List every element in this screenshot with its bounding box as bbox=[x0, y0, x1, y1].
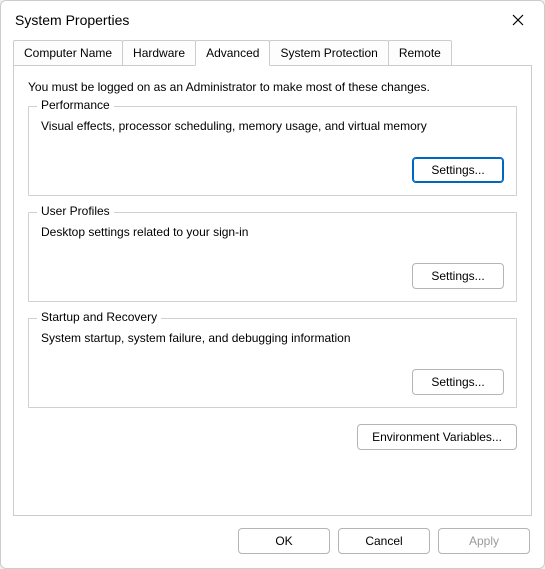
dialog-body: Computer Name Hardware Advanced System P… bbox=[1, 37, 544, 516]
tab-strip: Computer Name Hardware Advanced System P… bbox=[13, 40, 532, 66]
performance-legend: Performance bbox=[37, 98, 114, 112]
performance-desc: Visual effects, processor scheduling, me… bbox=[41, 119, 504, 133]
cancel-button[interactable]: Cancel bbox=[338, 528, 430, 554]
tab-page-advanced: You must be logged on as an Administrato… bbox=[13, 65, 532, 516]
apply-button[interactable]: Apply bbox=[438, 528, 530, 554]
user-profiles-settings-button[interactable]: Settings... bbox=[412, 263, 504, 289]
dialog-button-bar: OK Cancel Apply bbox=[1, 516, 544, 568]
startup-recovery-group: Startup and Recovery System startup, sys… bbox=[28, 318, 517, 408]
startup-recovery-legend: Startup and Recovery bbox=[37, 310, 161, 324]
performance-settings-button[interactable]: Settings... bbox=[412, 157, 504, 183]
performance-group: Performance Visual effects, processor sc… bbox=[28, 106, 517, 196]
titlebar: System Properties bbox=[1, 1, 544, 37]
startup-recovery-settings-button[interactable]: Settings... bbox=[412, 369, 504, 395]
tab-computer-name[interactable]: Computer Name bbox=[13, 40, 123, 66]
ok-button[interactable]: OK bbox=[238, 528, 330, 554]
tab-hardware[interactable]: Hardware bbox=[122, 40, 196, 66]
startup-recovery-desc: System startup, system failure, and debu… bbox=[41, 331, 504, 345]
window-title: System Properties bbox=[15, 12, 129, 28]
tab-remote[interactable]: Remote bbox=[388, 40, 452, 66]
admin-notice: You must be logged on as an Administrato… bbox=[28, 80, 517, 94]
environment-variables-button[interactable]: Environment Variables... bbox=[357, 424, 517, 450]
user-profiles-desc: Desktop settings related to your sign-in bbox=[41, 225, 504, 239]
user-profiles-legend: User Profiles bbox=[37, 204, 114, 218]
tab-system-protection[interactable]: System Protection bbox=[269, 40, 388, 66]
close-icon[interactable] bbox=[506, 8, 530, 32]
system-properties-window: System Properties Computer Name Hardware… bbox=[0, 0, 545, 569]
tab-advanced[interactable]: Advanced bbox=[195, 40, 270, 66]
user-profiles-group: User Profiles Desktop settings related t… bbox=[28, 212, 517, 302]
